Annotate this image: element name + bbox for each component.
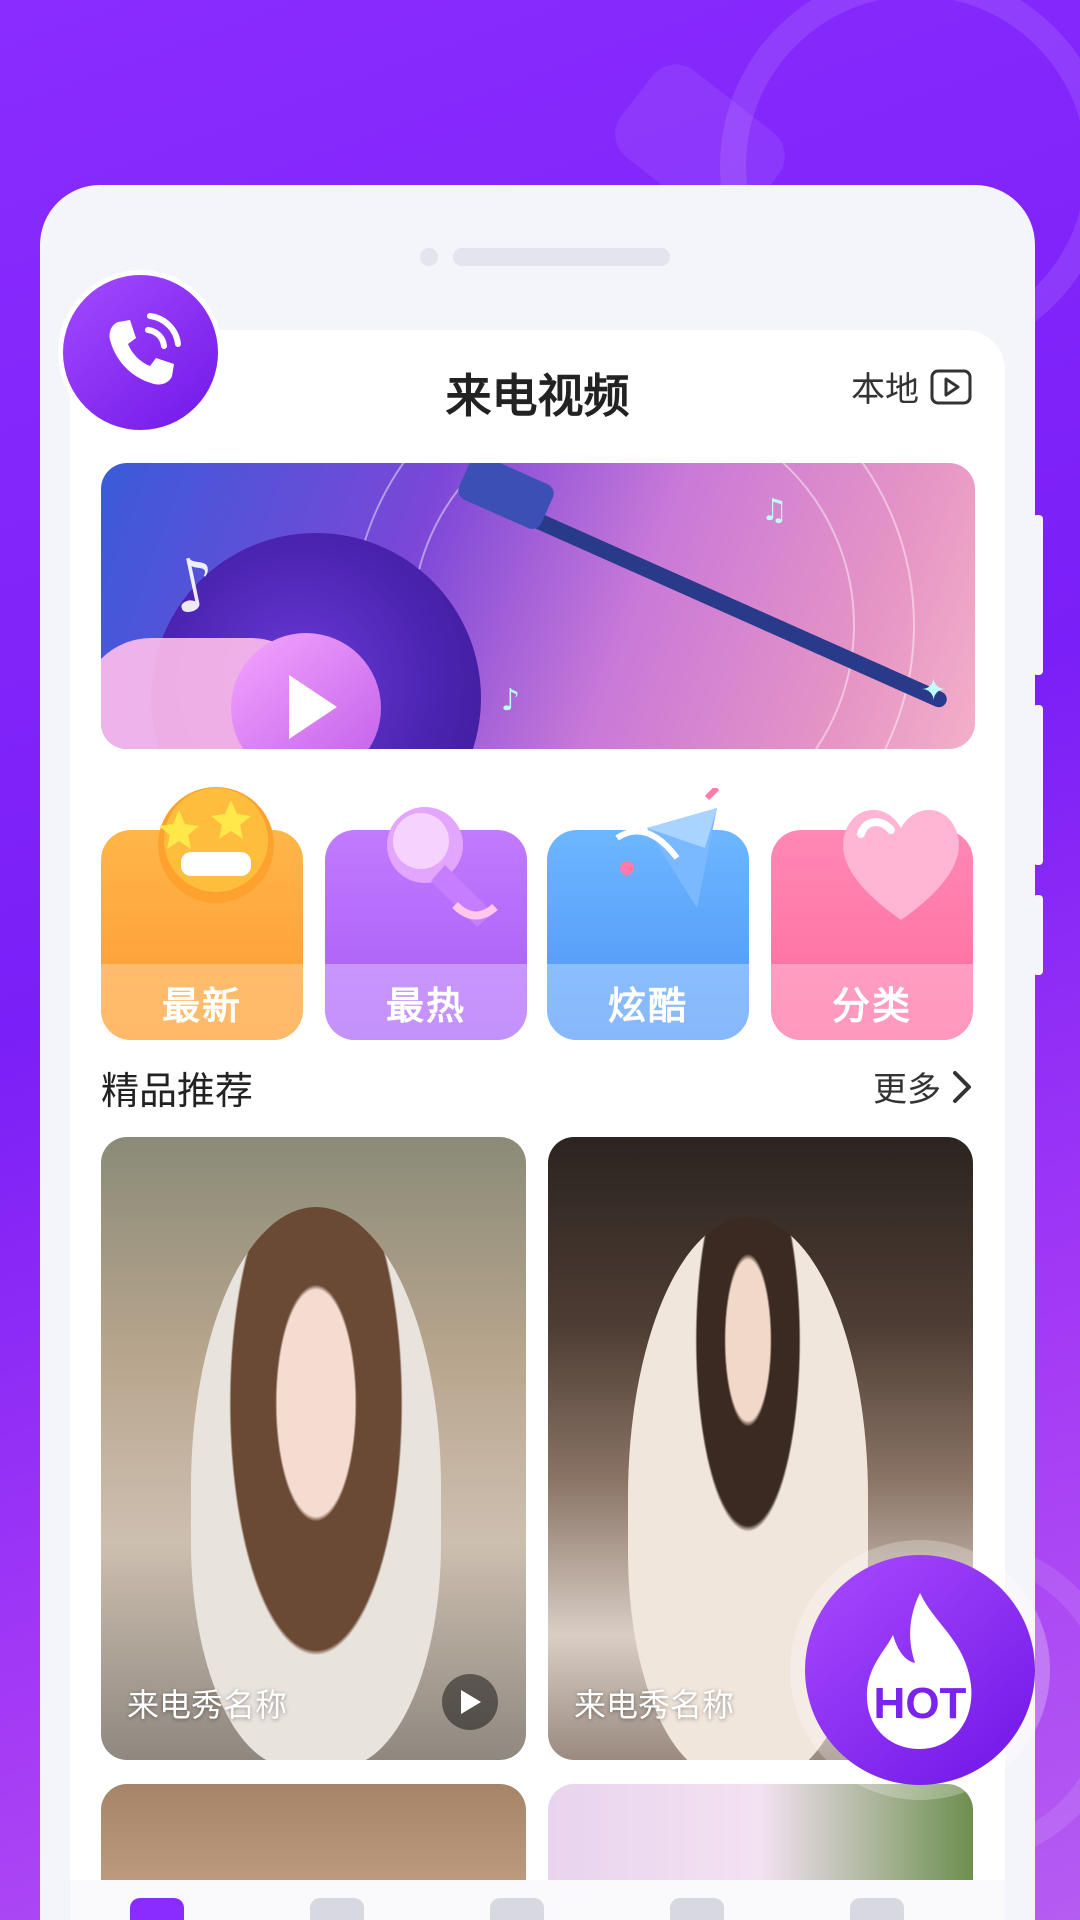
local-videos-button[interactable]: 本地 (851, 362, 973, 411)
tile-name: 来电秀名称 (574, 1686, 735, 1724)
tab-doc-icon[interactable] (490, 1898, 544, 1920)
phone-ringing-icon (108, 312, 181, 385)
video-file-icon (930, 364, 972, 404)
category-label: 分类 (771, 964, 973, 1040)
hot-label: HOT (873, 1679, 967, 1728)
star-eyes-emoji-icon (158, 787, 274, 903)
tab-bell-icon[interactable] (310, 1898, 364, 1920)
category-label: 最热 (325, 964, 527, 1040)
speaker-slot (453, 248, 670, 266)
category-hottest[interactable]: 最热 (325, 800, 527, 1040)
more-label: 更多 (873, 1070, 941, 1110)
play-button[interactable] (442, 1674, 498, 1730)
tab-home-icon[interactable] (130, 1898, 184, 1920)
tile-name: 来电秀名称 (127, 1686, 288, 1724)
category-label: 最新 (101, 964, 303, 1040)
side-button (1033, 515, 1043, 675)
heart-icon (843, 809, 959, 920)
bottom-tab-bar (70, 1880, 1005, 1920)
tab-profile-icon[interactable] (850, 1898, 904, 1920)
video-tile[interactable]: 来电秀名称 (101, 1137, 526, 1760)
category-newest[interactable]: 最新 (101, 787, 303, 1040)
sparkle-icon: ✦ (921, 673, 947, 708)
hot-button[interactable]: HOT (790, 1540, 1050, 1800)
flame-icon (866, 1593, 972, 1749)
side-button (1033, 705, 1043, 865)
section-title: 精品推荐 (101, 1069, 254, 1113)
category-row: 最新 最热 炫酷 分类 (101, 787, 975, 1040)
play-icon (461, 1690, 481, 1714)
portrait-photo (191, 1207, 441, 1760)
party-popper-icon (615, 788, 720, 908)
tab-triangle-icon[interactable] (670, 1898, 724, 1920)
category-label: 炫酷 (547, 964, 749, 1040)
category-classify[interactable]: 分类 (771, 800, 973, 1040)
phone-call-badge (58, 270, 223, 435)
side-button (1033, 895, 1043, 975)
music-note-icon: ♫ (761, 493, 788, 528)
chevron-right-icon (953, 1070, 971, 1103)
app-screen: 来电视频 本地 ♪ ♫ ♪ ✦ 最新 最热 炫酷 分类 精品推荐 更多 来电秀名… (0, 0, 1080, 1920)
music-note-icon: ♪ (501, 683, 521, 718)
music-banner[interactable]: ♪ ♫ ♪ ✦ (101, 463, 975, 749)
local-label: 本地 (851, 370, 919, 410)
more-button[interactable]: 更多 (873, 1062, 973, 1111)
category-cool[interactable]: 炫酷 (547, 788, 749, 1040)
microphone-icon (387, 807, 498, 927)
camera-dot (420, 248, 438, 266)
